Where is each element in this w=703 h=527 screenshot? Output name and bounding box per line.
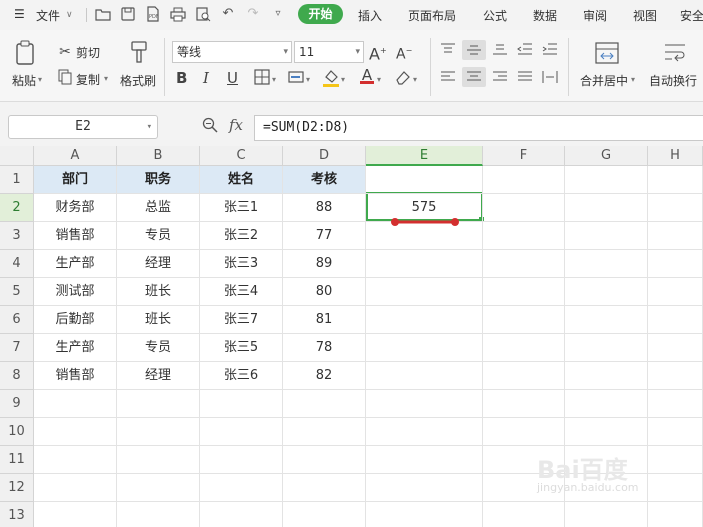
chevron-down-icon[interactable]: ▾ <box>631 75 635 84</box>
borders-icon[interactable] <box>253 69 271 90</box>
decrease-font-icon[interactable]: A− <box>396 42 412 64</box>
divider <box>568 38 569 96</box>
zoom-icon[interactable] <box>202 117 218 137</box>
tab-review[interactable]: 审阅 <box>583 7 607 24</box>
customize-toolbar-icon[interactable]: ▿ <box>270 6 286 22</box>
increase-font-icon[interactable]: A+ <box>369 42 387 63</box>
merge-center-icon[interactable] <box>594 42 620 69</box>
export-pdf-icon[interactable]: PDF <box>145 6 161 22</box>
tab-security[interactable]: 安全 <box>680 7 703 24</box>
wrap-text-icon[interactable] <box>662 42 688 69</box>
format-painter-icon[interactable] <box>128 40 150 66</box>
divider <box>430 38 431 96</box>
menu-bar: ☰ 文件 ∨ PDF ↶ ↷ ▿ 开始 插入 页面布局 公式 数据 审阅 视图 … <box>0 0 703 30</box>
underline-icon[interactable]: U <box>227 69 238 87</box>
chevron-down-icon: ▾ <box>355 47 360 57</box>
open-folder-icon[interactable] <box>95 6 111 22</box>
align-center-icon[interactable] <box>462 67 486 87</box>
svg-text:PDF: PDF <box>149 14 159 20</box>
fx-icon[interactable]: fx <box>229 116 243 134</box>
divider <box>86 8 87 22</box>
align-left-icon[interactable] <box>440 70 456 89</box>
watermark: Bai百度 jingyan.baidu.com <box>537 450 687 510</box>
scissors-icon[interactable]: ✂ <box>57 43 73 61</box>
chevron-down-icon[interactable]: ▾ <box>341 71 345 89</box>
chevron-down-icon[interactable]: ▾ <box>413 71 417 89</box>
divider <box>164 38 165 96</box>
font-color-icon[interactable]: A <box>358 66 376 84</box>
fill-color-icon[interactable] <box>322 68 340 93</box>
chevron-down-icon[interactable]: ▾ <box>377 71 381 89</box>
increase-indent-icon[interactable] <box>542 42 558 61</box>
distribute-icon[interactable] <box>542 70 558 89</box>
chevron-down-icon[interactable]: ▾ <box>306 71 310 89</box>
print-icon[interactable] <box>170 6 186 22</box>
print-preview-icon[interactable] <box>195 6 211 22</box>
tab-data[interactable]: 数据 <box>533 7 557 24</box>
paste-button[interactable]: 粘贴 <box>12 72 36 89</box>
name-box-value: E2 <box>75 119 91 134</box>
font-size-value: 11 <box>299 45 315 59</box>
chevron-down-icon[interactable]: ▾ <box>38 75 42 84</box>
hamburger-icon[interactable]: ☰ <box>14 7 25 21</box>
align-right-icon[interactable] <box>492 70 508 89</box>
formula-bar: E2 ▾ fx =SUM(D2:D8) <box>0 102 703 146</box>
font-name-select[interactable]: 等线 ▾ <box>172 41 292 63</box>
redo-icon[interactable]: ↷ <box>245 6 261 22</box>
font-name-value: 等线 <box>177 45 202 59</box>
tab-page-layout[interactable]: 页面布局 <box>408 7 456 24</box>
eraser-icon[interactable] <box>394 69 412 90</box>
tab-insert[interactable]: 插入 <box>358 7 382 24</box>
decrease-indent-icon[interactable] <box>517 42 533 61</box>
tab-home[interactable]: 开始 <box>298 4 343 24</box>
tab-view[interactable]: 视图 <box>633 7 657 24</box>
italic-icon[interactable]: I <box>203 69 209 87</box>
watermark-url: jingyan.baidu.com <box>537 481 639 494</box>
cell-style-icon[interactable] <box>287 69 305 90</box>
justify-icon[interactable] <box>517 70 533 89</box>
undo-icon[interactable]: ↶ <box>220 6 236 22</box>
wrap-text-button[interactable]: 自动换行 <box>649 72 697 89</box>
align-middle-icon[interactable] <box>462 40 486 60</box>
merge-center-button[interactable]: 合并居中 <box>580 72 628 89</box>
font-size-select[interactable]: 11 ▾ <box>294 41 364 63</box>
name-box[interactable]: E2 ▾ <box>8 115 158 139</box>
annotation-dot-right <box>451 218 459 226</box>
ribbon: 粘贴 ▾ ✂ 剪切 复制 ▾ 格式刷 等线 ▾ 11 ▾ A+ A− B I U… <box>0 30 703 102</box>
annotation-dot-left <box>391 218 399 226</box>
paste-icon[interactable] <box>14 40 38 66</box>
copy-button[interactable]: 复制 <box>76 71 100 88</box>
tab-formulas[interactable]: 公式 <box>483 7 507 24</box>
formula-input[interactable]: =SUM(D2:D8) <box>254 115 703 141</box>
watermark-brand: Bai百度 <box>537 456 628 484</box>
menu-file[interactable]: 文件 <box>36 7 60 24</box>
chevron-down-icon[interactable]: ∨ <box>66 10 73 20</box>
align-top-icon[interactable] <box>440 42 456 61</box>
bold-icon[interactable]: B <box>176 69 187 87</box>
copy-icon[interactable] <box>57 69 73 90</box>
chevron-down-icon[interactable]: ▾ <box>272 71 276 89</box>
cut-button[interactable]: 剪切 <box>76 44 100 61</box>
chevron-down-icon: ▾ <box>283 47 288 57</box>
save-icon[interactable] <box>120 6 136 22</box>
chevron-down-icon[interactable]: ▾ <box>104 74 108 83</box>
format-painter-button[interactable]: 格式刷 <box>120 72 156 89</box>
chevron-down-icon: ▾ <box>146 122 152 132</box>
align-bottom-icon[interactable] <box>492 42 508 61</box>
